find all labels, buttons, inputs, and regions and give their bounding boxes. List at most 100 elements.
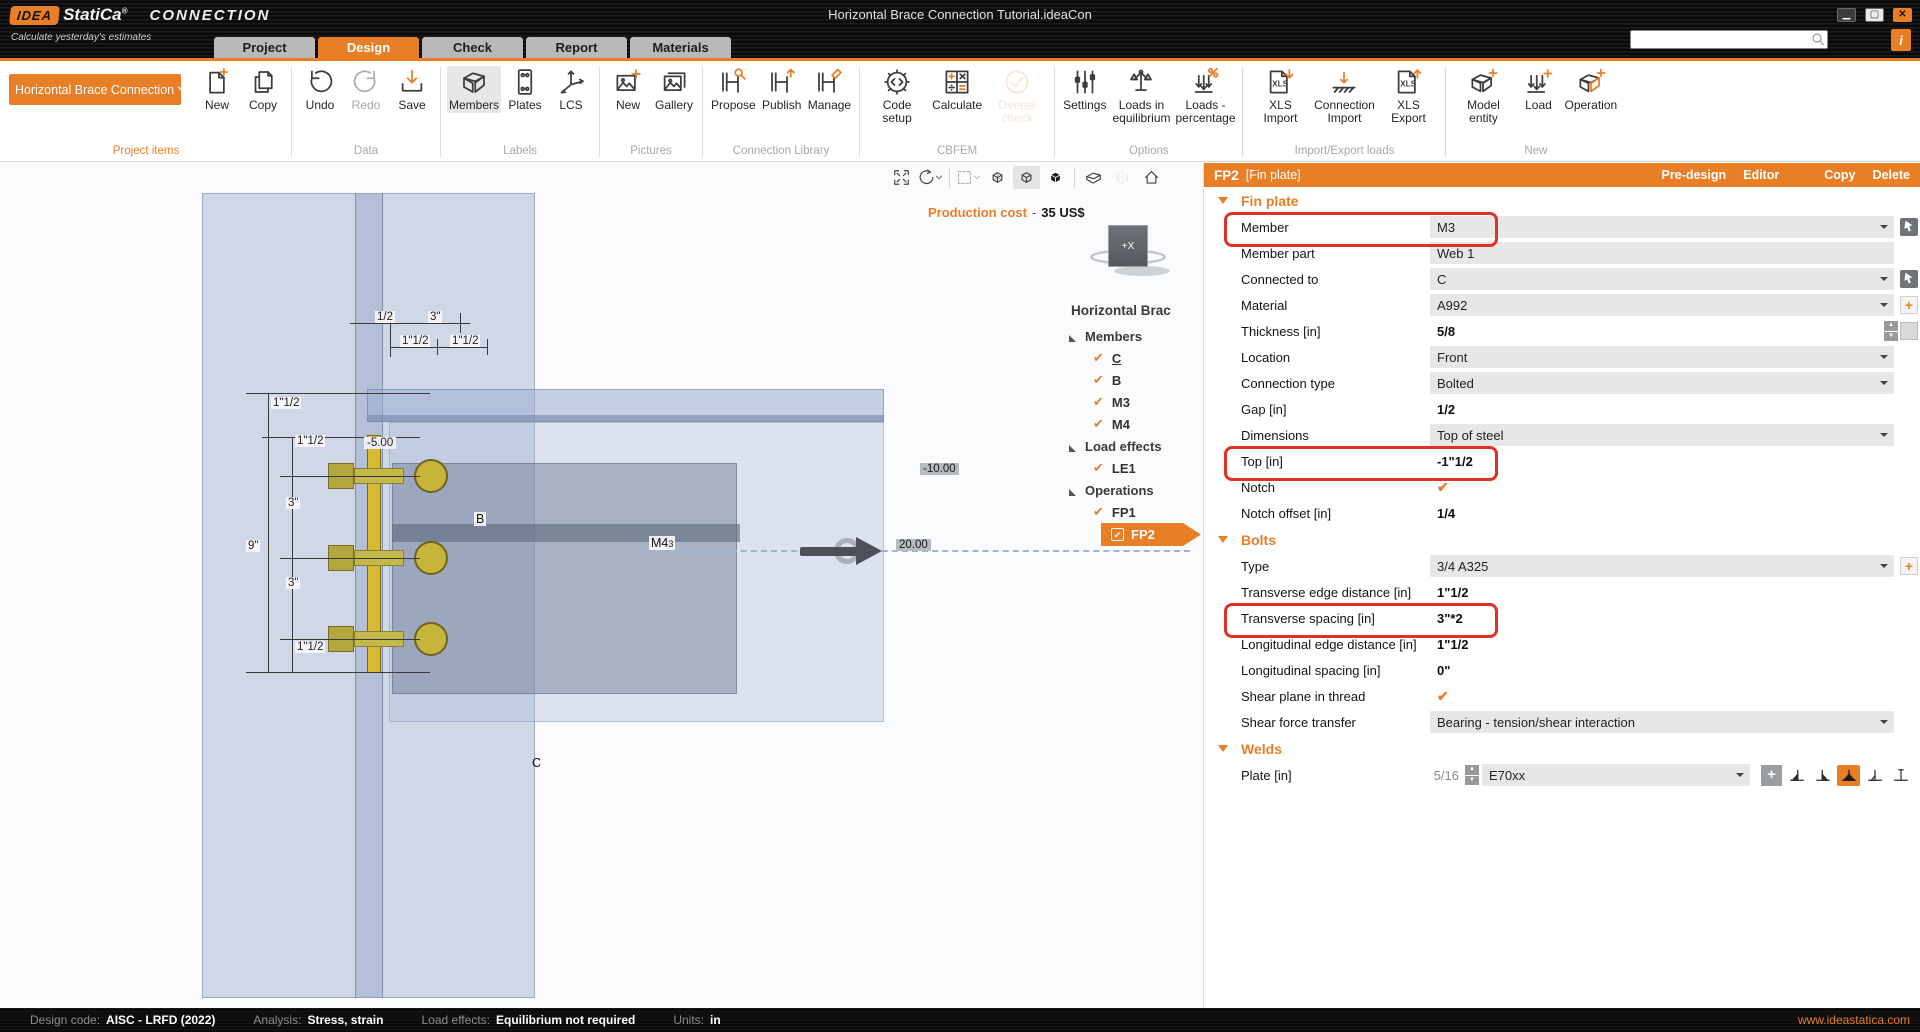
code-setup-button[interactable]: Code setup [866,66,928,125]
spinner-down-icon[interactable]: ▼ [1465,776,1479,786]
spinner-up-icon[interactable]: ▲ [1884,321,1898,331]
section-collapse-icon[interactable] [1218,745,1228,752]
checkbox-icon[interactable]: ✔ [1093,504,1104,520]
manage-button[interactable]: Manage [806,66,853,113]
cube-solid-icon[interactable] [1042,166,1069,189]
loads-in-equilibrium-button[interactable]: Loads in equilibrium [1110,66,1172,125]
load-arrow[interactable] [800,547,858,556]
tree-node-load-effects[interactable]: Load effects [1055,435,1203,457]
xls-export-button[interactable]: XLSXLS Export [1377,66,1439,125]
undo-button[interactable]: Undo [298,66,342,113]
tab-design[interactable]: Design [318,37,419,58]
propose-button[interactable]: Propose [709,66,758,113]
property-value-location[interactable]: Front [1430,346,1894,368]
weld-bevel-icon[interactable] [1863,765,1886,786]
checkbox-icon[interactable]: ✔ [1093,350,1104,366]
info-button[interactable]: i [1891,29,1911,51]
model-entity-button[interactable]: Model entity [1452,66,1514,125]
property-value-dimensions[interactable]: Top of steel [1430,424,1894,446]
cube-wireframe-icon[interactable] [984,166,1011,189]
property-value-member-part[interactable]: Web 1 [1430,242,1894,264]
weld-fillet-left-icon[interactable] [1785,765,1808,786]
expander-icon[interactable] [1069,489,1076,496]
dropdown-arrow-icon[interactable] [1880,433,1888,441]
property-value-member[interactable]: M3 [1430,216,1894,238]
gusset-plate[interactable] [392,463,737,694]
member-m4-beam[interactable] [392,524,740,542]
members-button[interactable]: Members [447,66,501,113]
checkbox-icon[interactable]: ✔ [1093,394,1104,410]
new-button[interactable]: New [606,66,650,113]
property-value-longitudinal-spacing-in[interactable]: 0" [1430,659,1894,681]
expander-icon[interactable] [1069,335,1076,342]
project-item-selector[interactable]: Horizontal Brace Connection [9,74,181,105]
minimize-button[interactable]: ▁ [1837,8,1856,22]
search-input[interactable] [1630,30,1828,49]
plates-button[interactable]: Plates [503,66,547,113]
property-value-shear-force-transfer[interactable]: Bearing - tension/shear interaction [1430,711,1894,733]
property-value-thickness-in[interactable]: 5/8 [1430,320,1880,342]
checkbox-icon[interactable]: ✔ [1093,460,1104,476]
value-spinner[interactable]: ▲▼ [1465,765,1479,785]
loads-percentage-button[interactable]: Loads - percentage [1174,66,1236,125]
weld-fillet-right-icon[interactable] [1811,765,1834,786]
weld-butt-icon[interactable] [1889,765,1912,786]
weld-fillet-both-icon[interactable] [1837,765,1860,786]
property-value-notch-offset-in[interactable]: 1/4 [1430,502,1894,524]
tab-check[interactable]: Check [422,37,523,58]
checkbox-icon[interactable]: ✔ [1111,528,1124,541]
load-button[interactable]: Load [1516,66,1560,113]
section-welds[interactable]: Welds [1204,735,1920,762]
maximize-button[interactable]: ▢ [1865,8,1884,22]
cube-hidden-lines-icon[interactable] [1013,166,1040,189]
section-collapse-icon[interactable] [1218,536,1228,543]
gallery-button[interactable]: Gallery [652,66,696,113]
website-link[interactable]: www.ideastatica.com [1798,1013,1910,1027]
copy-button[interactable]: Copy [1824,168,1855,182]
orbit-icon[interactable] [917,166,944,189]
tree-item-fp1[interactable]: ✔FP1 [1055,501,1203,523]
new-button[interactable]: New [195,66,239,113]
add-new-button[interactable]: + [1900,557,1918,575]
tree-item-m3[interactable]: ✔M3 [1055,391,1203,413]
tab-materials[interactable]: Materials [630,37,731,58]
spinner-up-icon[interactable]: ▲ [1465,765,1479,775]
property-value-connected-to[interactable]: C [1430,268,1894,290]
dropdown-arrow-icon[interactable] [1880,381,1888,389]
pre-design-button[interactable]: Pre-design [1662,168,1727,182]
property-value-shear-plane-in-thread[interactable]: ✔ [1430,685,1894,707]
add-weld-button[interactable]: + [1761,765,1782,786]
dropdown-arrow-icon[interactable] [1880,277,1888,285]
checkbox-icon[interactable]: ✔ [1093,416,1104,432]
dropdown-arrow-icon[interactable] [1736,773,1744,781]
clip-view-icon[interactable] [1080,166,1107,189]
property-value-top-in[interactable]: -1"1/2 [1430,450,1894,472]
dropdown-arrow-icon[interactable] [1880,564,1888,572]
publish-button[interactable]: Publish [760,66,804,113]
operation-button[interactable]: Operation [1562,66,1619,113]
tree-node-operations[interactable]: Operations [1055,479,1203,501]
section-fin-plate[interactable]: Fin plate [1204,187,1920,214]
property-value-transverse-edge-distance-in[interactable]: 1"1/2 [1430,581,1894,603]
value-spinner[interactable]: ▲▼ [1884,321,1898,341]
property-value-transverse-spacing-in[interactable]: 3"*2 [1430,607,1894,629]
tree-item-m4[interactable]: ✔M4 [1055,413,1203,435]
dropdown-arrow-icon[interactable] [1880,720,1888,728]
property-value-longitudinal-edge-distance-in[interactable]: 1"1/2 [1430,633,1894,655]
property-value-notch[interactable]: ✔ [1430,476,1894,498]
more-button[interactable] [1900,322,1918,340]
expander-icon[interactable] [1069,445,1076,452]
tab-project[interactable]: Project [214,37,315,58]
home-view-icon[interactable] [1138,166,1165,189]
property-value-gap-in[interactable]: 1/2 [1430,398,1894,420]
delete-button[interactable]: Delete [1872,168,1910,182]
dropdown-arrow-icon[interactable] [1880,225,1888,233]
property-value-material[interactable]: A992 [1430,294,1894,316]
tree-item-fp2[interactable]: ✔FP2 [1101,523,1201,546]
weld-size-value[interactable]: 5/16 [1430,768,1462,783]
pick-member-button[interactable] [1900,218,1918,236]
section-bolts[interactable]: Bolts [1204,526,1920,553]
weld-electrode-select[interactable]: E70xx [1482,764,1750,786]
tree-node-members[interactable]: Members [1055,325,1203,347]
editor-button[interactable]: Editor [1743,168,1779,182]
